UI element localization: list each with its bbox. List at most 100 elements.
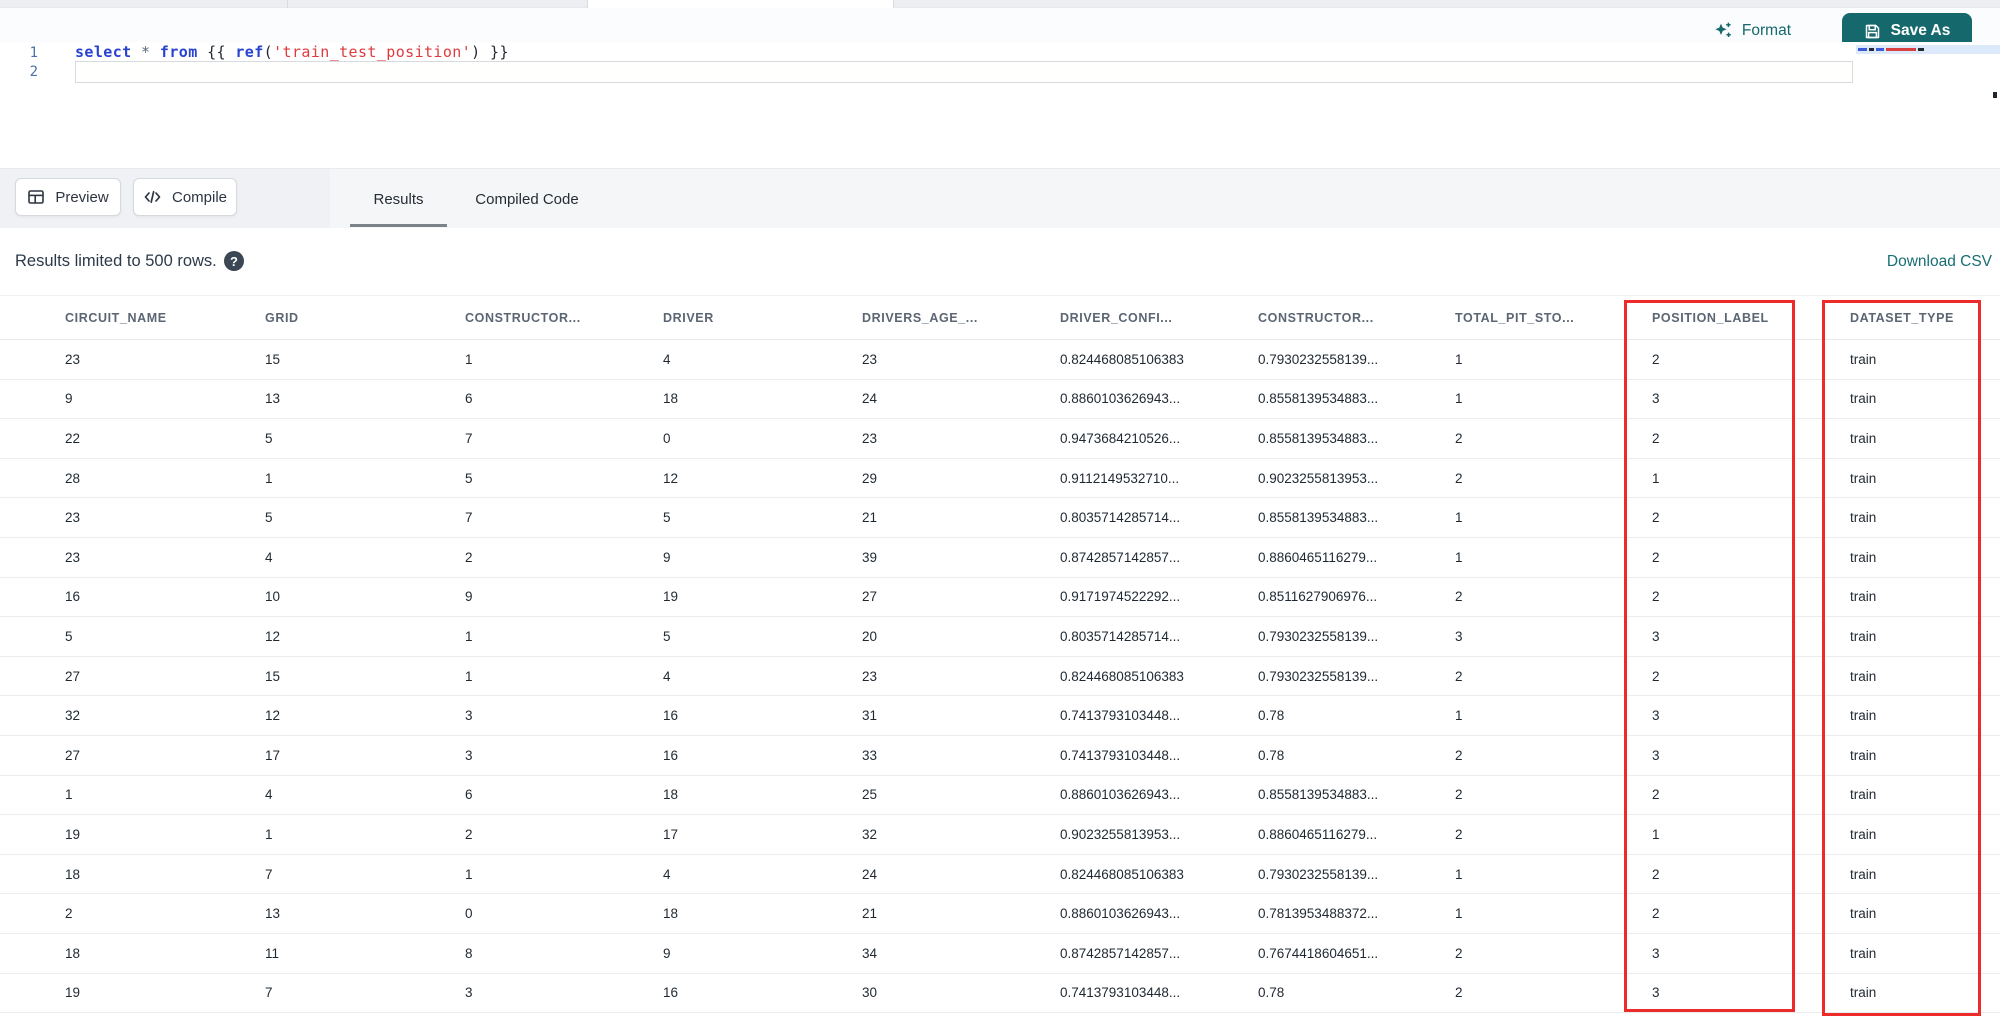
table-cell: 12 [265,708,281,724]
tab-compiled-code[interactable]: Compiled Code [468,169,586,229]
results-table: 23 15 1 4 23 0.824468085106383 0.7930232558139… [0,340,2000,1014]
table-cell: 0.7413793103448... [1060,708,1181,724]
table-cell: 0.78 [1258,985,1285,1001]
code-token: {{ [197,43,236,61]
table-cell: 1 [65,787,73,803]
table-cell: 3 [465,985,473,1001]
table-cell: 2 [65,906,73,922]
table-cell: 8 [465,945,473,961]
table-cell: 7 [465,430,473,446]
table-cell: 2 [465,826,473,842]
help-icon[interactable]: ? [224,251,244,271]
table-cell: 39 [862,549,878,565]
table-cell: 2 [1652,549,1660,565]
table-cell: 15 [265,351,281,367]
code-line-1[interactable]: select * from {{ ref('train_test_positio… [75,42,509,62]
table-row: 1 4 6 18 25 0.8860103626943... 0.8558139534883… [0,775,2000,816]
table-cell: 0.824468085106383 [1060,351,1184,367]
table-cell: 24 [862,391,878,407]
table-row: 19 7 3 16 30 0.7413793103448... 0.78 2 3 train [0,973,2000,1014]
table-cell: 0.8035714285714... [1060,510,1181,526]
table-cell: 2 [1455,826,1463,842]
table-cell: 9 [663,945,671,961]
compile-button[interactable]: Compile [133,178,237,216]
table-cell: 0.8860103626943... [1060,787,1181,803]
table-cell: 0.8511627906976... [1258,589,1378,605]
table-cell: 0.7413793103448... [1060,985,1181,1001]
table-row: 19 1 2 17 32 0.9023255813953... 0.886046511627… [0,815,2000,855]
table-cell: 1 [465,628,473,644]
table-cell: train [1850,906,1877,922]
table-cell: 3 [465,708,473,724]
table-cell: 10 [265,589,281,605]
sql-editor[interactable]: 1 2 select * from {{ ref('train_test_pos… [0,42,2000,168]
column-header: GRID [265,310,299,325]
table-row: 16 10 9 19 27 0.9171974522292... 0.85116279069… [0,577,2000,618]
table-row: 23 15 1 4 23 0.824468085106383 0.7930232558139… [0,340,2000,380]
table-cell: 1 [465,866,473,882]
column-header: DATASET_TYPE [1850,310,1954,325]
table-cell: 34 [862,945,878,961]
code-token: ) [471,43,481,61]
tab-results[interactable]: Results [350,169,447,229]
table-cell: 0.8860465116279... [1258,549,1378,565]
table-cell: 19 [65,985,81,1001]
editor-cursor-line[interactable] [75,61,1853,83]
table-cell: 32 [862,826,878,842]
table-cell: 3 [1652,747,1660,763]
table-cell: 2 [1652,906,1660,922]
table-cell: 2 [1652,430,1660,446]
table-cell: 16 [663,747,679,763]
table-cell: train [1850,430,1877,446]
table-cell: 3 [465,747,473,763]
window-tab-strip [0,0,2000,8]
table-cell: 3 [1652,985,1660,1001]
table-cell: 29 [862,470,878,486]
table-cell: 1 [465,351,473,367]
table-cell: train [1850,549,1877,565]
table-cell: train [1850,391,1877,407]
download-csv-link[interactable]: Download CSV [1887,253,1992,271]
table-cell: 0.8742857142857... [1060,945,1181,961]
line-number-2: 2 [29,64,38,80]
table-row: 18 7 1 4 24 0.824468085106383 0.7930232558139.… [0,854,2000,895]
table-cell: 25 [862,787,878,803]
table-cell: 1 [1455,391,1463,407]
table-row: 32 12 3 16 31 0.7413793103448... 0.78 1 3 train [0,696,2000,736]
table-cell: 13 [265,391,281,407]
table-cell: 31 [862,708,878,724]
table-cell: 21 [862,510,878,526]
table-cell: 23 [65,351,81,367]
table-cell: 2 [1455,430,1463,446]
tab-separator [587,0,588,8]
table-cell: 3 [1652,708,1660,724]
table-cell: 0.9023255813953... [1258,470,1379,486]
format-button[interactable]: Format [1714,21,1791,40]
table-row: 28 1 5 12 29 0.9112149532710... 0.902325581395… [0,458,2000,499]
tab-results-label: Results [373,190,424,208]
table-cell: 5 [465,470,473,486]
table-cell: 9 [663,549,671,565]
table-cell: 3 [1652,945,1660,961]
table-cell: 2 [1455,945,1463,961]
preview-button[interactable]: Preview [15,178,121,216]
table-cell: 0.9112149532710... [1060,470,1180,486]
table-cell: 2 [1652,589,1660,605]
table-cell: 18 [65,866,81,882]
table-cell: 2 [1652,510,1660,526]
table-cell: 32 [65,708,81,724]
table-cell: 23 [65,549,81,565]
editor-minimap[interactable] [1856,42,2000,168]
table-cell: 6 [465,391,473,407]
results-toolbar: Preview Compile Results Compiled Code [0,168,2000,229]
floppy-icon [1865,24,1879,38]
table-cell: 18 [663,787,679,803]
minimap-current-line [1856,45,2000,54]
sparkles-icon [1715,22,1731,37]
code-token: ( [263,43,274,61]
minimap-handle [1993,92,1997,98]
table-cell: 0.8558139534883... [1258,391,1379,407]
code-token: from [159,43,198,61]
table-cell: 1 [1455,351,1463,367]
